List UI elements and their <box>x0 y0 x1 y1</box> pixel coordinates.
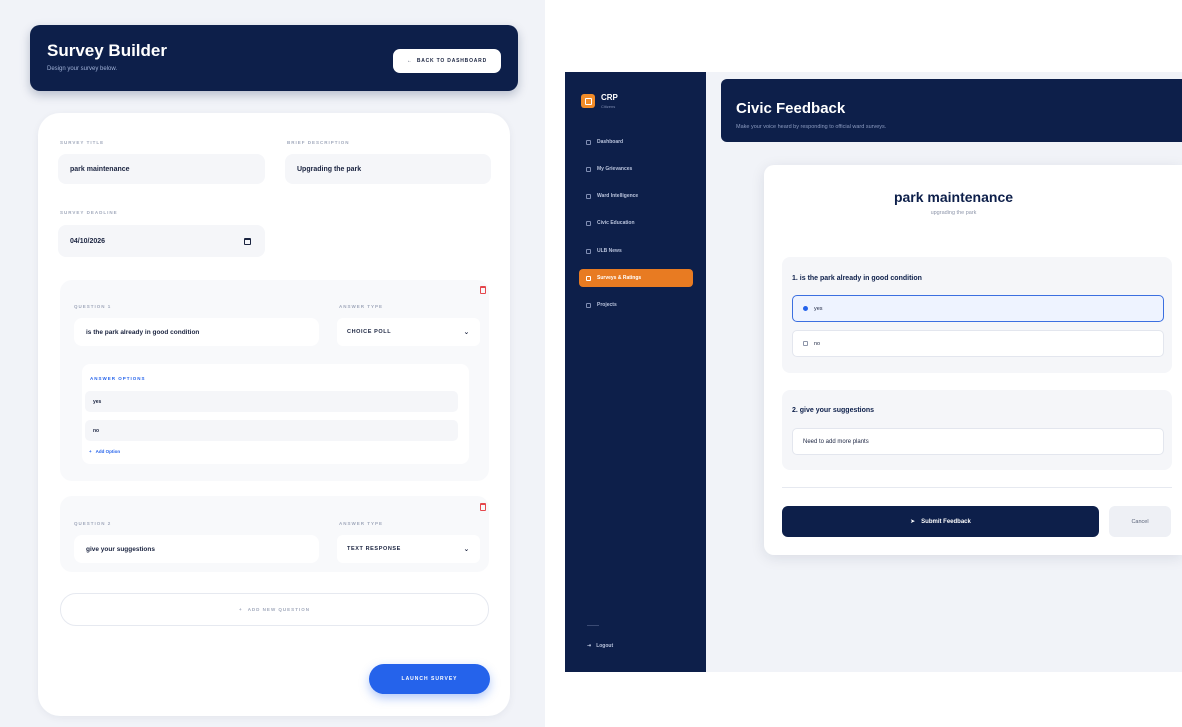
question-2-type-value: TEXT RESPONSE <box>347 546 401 552</box>
description-input[interactable]: Upgrading the park <box>285 154 491 184</box>
delete-question-1-icon[interactable] <box>480 286 486 294</box>
sidebar-item-grievances[interactable]: My Grievances <box>579 160 693 178</box>
cancel-button[interactable]: Cancel <box>1109 506 1171 537</box>
sidebar-item-projects[interactable]: Projects <box>579 296 693 314</box>
page-subtitle: Make your voice heard by responding to o… <box>736 124 887 130</box>
description-label: BRIEF DESCRIPTION <box>287 140 350 145</box>
arrow-left-icon: ← <box>407 58 413 64</box>
question-1-type-value: CHOICE POLL <box>347 329 392 335</box>
back-button-label: BACK TO DASHBOARD <box>416 58 487 64</box>
sidebar-item-label: Surveys & Ratings <box>597 275 642 281</box>
question-card-2: 2. give your suggestions Need to add mor… <box>782 390 1172 470</box>
question-2-label: QUESTION 2 <box>74 521 112 526</box>
sidebar-item-label: Projects <box>597 302 617 308</box>
radio-empty-icon <box>803 341 808 346</box>
page-title: Civic Feedback <box>736 100 846 117</box>
question-1-type-select[interactable]: CHOICE POLL ⌄ <box>337 318 480 346</box>
builder-header: Survey Builder Design your survey below.… <box>30 25 518 91</box>
form-divider <box>782 487 1172 488</box>
option-yes[interactable]: yes <box>792 295 1164 322</box>
question-2-title: 2. give your suggestions <box>792 407 875 414</box>
logout-icon: ⇥ <box>587 643 592 649</box>
deadline-value: 04/10/2026 <box>70 237 106 245</box>
option-input-1[interactable]: yes <box>85 391 458 412</box>
clipboard-icon <box>586 275 591 281</box>
submit-feedback-button[interactable]: ➤ Submit Feedback <box>782 506 1099 537</box>
question-card-1: 1. is the park already in good condition… <box>782 257 1172 373</box>
news-icon <box>586 248 591 254</box>
sidebar-item-label: Dashboard <box>597 139 624 145</box>
sidebar-item-label: My Grievances <box>597 166 633 172</box>
app-header: Civic Feedback Make your voice heard by … <box>721 79 1182 142</box>
deadline-date-input[interactable]: 04/10/2026 <box>58 225 265 257</box>
builder-subtitle: Design your survey below. <box>47 66 118 72</box>
back-to-dashboard-button[interactable]: ← BACK TO DASHBOARD <box>393 49 501 73</box>
question-2-type-select[interactable]: TEXT RESPONSE ⌄ <box>337 535 480 563</box>
deadline-label: SURVEY DEADLINE <box>60 210 118 215</box>
sidebar-item-label: ULB News <box>597 248 622 254</box>
logout-button[interactable]: ⇥ Logout <box>587 643 613 649</box>
projects-icon <box>586 302 591 308</box>
survey-builder-panel: Survey Builder Design your survey below.… <box>0 0 545 727</box>
sidebar-divider <box>587 625 599 626</box>
question-1-text-input[interactable]: is the park already in good condition <box>74 318 319 346</box>
survey-title-input[interactable]: park maintenance <box>58 154 265 184</box>
plus-icon: + <box>89 449 92 454</box>
survey-title: park maintenance <box>893 189 1014 205</box>
sidebar-item-dashboard[interactable]: Dashboard <box>579 133 693 151</box>
add-question-label: ADD NEW QUESTION <box>247 607 310 612</box>
sidebar-item-civic-education[interactable]: Civic Education <box>579 214 693 232</box>
logout-label: Logout <box>596 643 614 649</box>
sidebar-item-ulb-news[interactable]: ULB News <box>579 242 693 260</box>
option-input-2[interactable]: no <box>85 420 458 441</box>
survey-title-label: SURVEY TITLE <box>60 140 105 145</box>
question-1-title: 1. is the park already in good condition <box>792 275 922 282</box>
option-label: no <box>814 340 821 347</box>
calendar-icon[interactable] <box>244 237 251 245</box>
delete-question-2-icon[interactable] <box>480 503 486 511</box>
send-icon: ➤ <box>910 519 916 525</box>
dashboard-icon <box>586 139 591 145</box>
sidebar-item-surveys[interactable]: Surveys & Ratings <box>579 269 693 287</box>
option-label: yes <box>814 305 823 312</box>
plus-icon: + <box>239 607 243 612</box>
add-option-button[interactable]: + Add Option <box>89 449 120 454</box>
logo-subtext: Citizens <box>601 104 616 109</box>
logo-text: CRP <box>601 93 618 102</box>
question-2-text-input[interactable]: give your suggestions <box>74 535 319 563</box>
add-question-button[interactable]: + ADD NEW QUESTION <box>60 593 489 626</box>
survey-subtitle: upgrading the park <box>930 210 977 216</box>
chevron-down-icon: ⌄ <box>463 546 470 553</box>
logo-icon <box>581 94 595 108</box>
builder-title: Survey Builder <box>47 41 167 60</box>
question-1-type-label: ANSWER TYPE <box>339 304 384 309</box>
radio-selected-icon <box>803 306 808 311</box>
chevron-down-icon: ⌄ <box>463 329 470 336</box>
launch-survey-button[interactable]: LAUNCH SURVEY <box>369 664 490 694</box>
answer-options-label: ANSWER OPTIONS <box>90 376 146 381</box>
question-2-type-label: ANSWER TYPE <box>339 521 384 526</box>
grievance-icon <box>586 166 591 172</box>
suggestions-input[interactable]: Need to add more plants <box>792 428 1164 455</box>
sidebar: CRP Citizens Dashboard My Grievances War… <box>565 72 706 672</box>
option-no[interactable]: no <box>792 330 1164 357</box>
sidebar-item-label: Civic Education <box>597 220 635 226</box>
add-option-label: Add Option <box>95 449 121 454</box>
submit-label: Submit Feedback <box>921 518 971 525</box>
book-icon <box>586 220 591 226</box>
question-1-label: QUESTION 1 <box>74 304 112 309</box>
